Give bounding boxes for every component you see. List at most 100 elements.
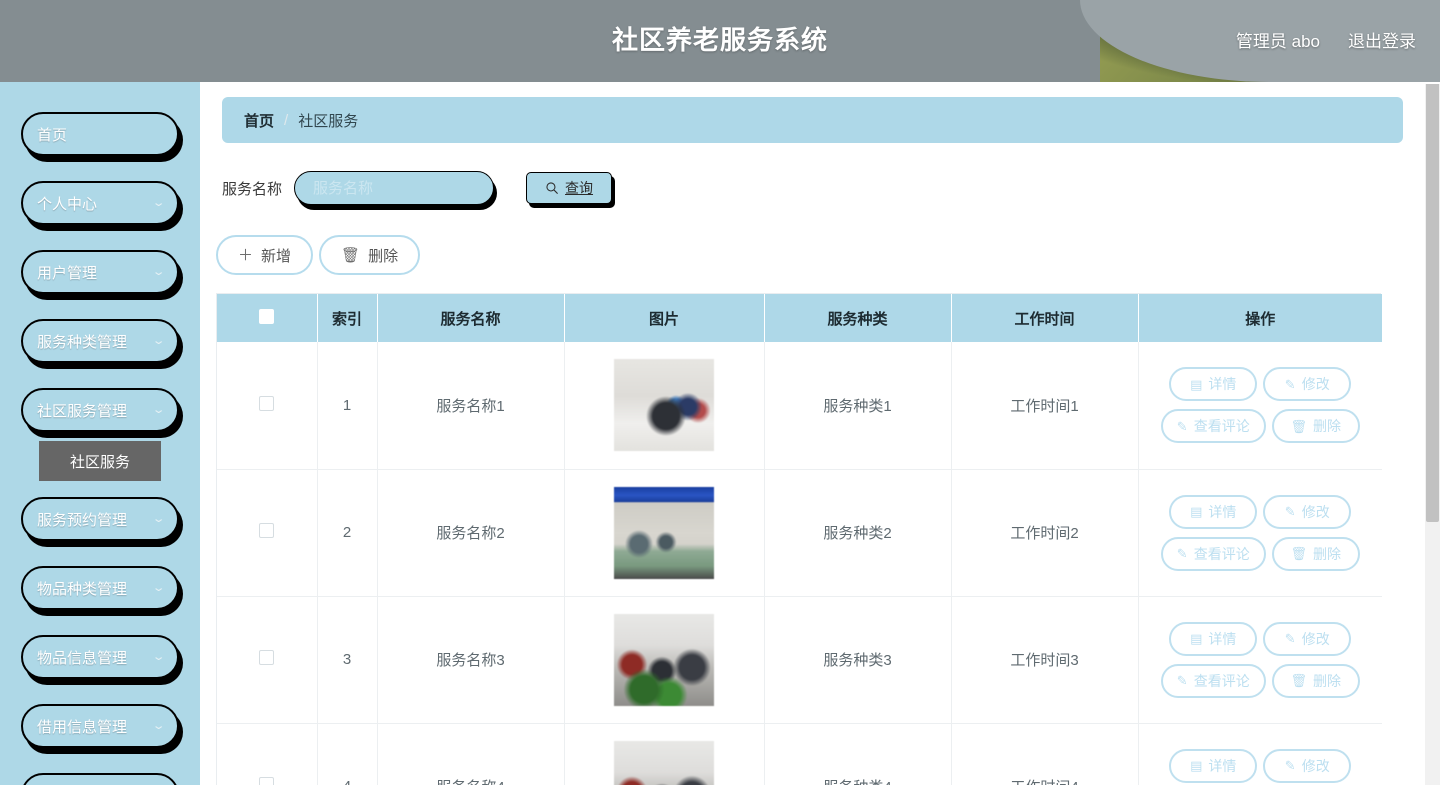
sidebar-item-label: 个人中心 bbox=[37, 193, 154, 214]
current-user-label: 管理员 abo bbox=[1236, 27, 1320, 52]
column-header-label: 操作 bbox=[1245, 311, 1275, 328]
sidebar-item-label: 借用信息管理 bbox=[37, 716, 154, 737]
row-action-label: 详情 bbox=[1208, 502, 1236, 522]
sidebar-item-label: 服务预约管理 bbox=[37, 509, 154, 530]
action-button-label: 删除 bbox=[368, 245, 398, 266]
edit-button[interactable]: ✎修改 bbox=[1263, 495, 1351, 529]
sidebar-item-4[interactable]: 社区服务管理⌄ bbox=[21, 388, 179, 432]
row-work-time-cell: 工作时间4 bbox=[951, 723, 1138, 785]
delete-button[interactable]: 🗑删除 bbox=[1272, 409, 1360, 443]
view-comments-button[interactable]: ✎查看评论 bbox=[1161, 409, 1266, 443]
row-service-name: 服务名称4 bbox=[436, 779, 504, 785]
row-work-time-cell: 工作时间1 bbox=[951, 342, 1138, 469]
breadcrumb-home[interactable]: 首页 bbox=[244, 110, 274, 131]
delete-button[interactable]: 🗑删除 bbox=[319, 235, 420, 275]
header-user-area: 管理员 abo 退出登录 bbox=[1236, 27, 1416, 52]
service-thumbnail[interactable] bbox=[614, 487, 714, 579]
breadcrumb-separator: / bbox=[284, 112, 288, 129]
logout-button[interactable]: 退出登录 bbox=[1348, 27, 1416, 52]
sidebar-item-2[interactable]: 用户管理⌄ bbox=[21, 250, 179, 294]
delete-button[interactable]: 🗑删除 bbox=[1272, 664, 1360, 698]
delete-button[interactable]: 🗑删除 bbox=[1272, 537, 1360, 571]
edit-button[interactable]: ✎修改 bbox=[1263, 749, 1351, 783]
row-actions-cell: ▤详情✎修改✎查看评论🗑删除 bbox=[1138, 723, 1382, 785]
sidebar-item-0[interactable]: 首页 bbox=[21, 112, 179, 156]
sidebar-item-5[interactable]: 服务预约管理⌄ bbox=[21, 497, 179, 541]
detail-button[interactable]: ▤详情 bbox=[1169, 367, 1257, 401]
detail-button[interactable]: ▤详情 bbox=[1169, 495, 1257, 529]
column-header-label: 服务名称 bbox=[440, 311, 500, 328]
app-root: 社区养老服务系统 管理员 abo 退出登录 首页个人中心⌄用户管理⌄服务种类管理… bbox=[0, 0, 1440, 785]
search-button[interactable]: 查询 bbox=[526, 172, 612, 204]
document-icon: ▤ bbox=[1190, 632, 1202, 645]
search-icon bbox=[545, 181, 559, 195]
view-comments-button[interactable]: ✎查看评论 bbox=[1161, 664, 1266, 698]
sidebar-item-9[interactable]: 归还信息管理⌄ bbox=[21, 773, 179, 785]
row-checkbox[interactable] bbox=[259, 523, 274, 538]
column-header-6: 操作 bbox=[1138, 294, 1382, 342]
row-action-label: 查看评论 bbox=[1194, 671, 1250, 691]
sidebar-submenu-item-community-service[interactable]: 社区服务 bbox=[39, 441, 161, 481]
sidebar-item-6[interactable]: 物品种类管理⌄ bbox=[21, 566, 179, 610]
table-body: 1服务名称1服务种类1工作时间1▤详情✎修改✎查看评论🗑删除2服务名称2服务种类… bbox=[217, 342, 1382, 785]
row-image-cell bbox=[564, 596, 764, 723]
app-header: 社区养老服务系统 管理员 abo 退出登录 bbox=[0, 0, 1440, 82]
row-service-type-cell: 服务种类4 bbox=[764, 723, 951, 785]
detail-button[interactable]: ▤详情 bbox=[1169, 622, 1257, 656]
row-service-name-cell: 服务名称3 bbox=[377, 596, 564, 723]
pencil-icon: ✎ bbox=[1177, 420, 1188, 433]
row-image-cell bbox=[564, 342, 764, 469]
table-row: 1服务名称1服务种类1工作时间1▤详情✎修改✎查看评论🗑删除 bbox=[217, 342, 1382, 469]
scrollbar-top-edge bbox=[1425, 82, 1440, 84]
page-title: 社区养老服务系统 bbox=[0, 20, 1440, 57]
row-action-label: 修改 bbox=[1302, 374, 1330, 394]
chevron-down-icon: ⌄ bbox=[151, 198, 165, 209]
row-checkbox[interactable] bbox=[259, 777, 274, 785]
chevron-down-icon: ⌄ bbox=[151, 583, 165, 594]
row-work-time: 工作时间3 bbox=[1010, 652, 1078, 669]
service-thumbnail[interactable] bbox=[614, 614, 714, 706]
row-service-type: 服务种类1 bbox=[823, 398, 891, 415]
row-index-cell: 4 bbox=[317, 723, 377, 785]
sidebar-item-label: 物品信息管理 bbox=[37, 647, 154, 668]
edit-button[interactable]: ✎修改 bbox=[1263, 622, 1351, 656]
add-button[interactable]: ＋新增 bbox=[216, 235, 313, 275]
sidebar-item-8[interactable]: 借用信息管理⌄ bbox=[21, 704, 179, 748]
row-service-type-cell: 服务种类3 bbox=[764, 596, 951, 723]
sidebar-item-3[interactable]: 服务种类管理⌄ bbox=[21, 319, 179, 363]
search-button-label: 查询 bbox=[565, 178, 593, 198]
row-image-cell bbox=[564, 723, 764, 785]
search-bar: 服务名称 查询 bbox=[222, 165, 1411, 211]
search-input[interactable] bbox=[294, 171, 494, 205]
row-action-label: 删除 bbox=[1313, 416, 1341, 436]
table-head: 索引服务名称图片服务种类工作时间操作 bbox=[217, 294, 1382, 342]
row-index: 4 bbox=[343, 778, 351, 785]
row-image-cell bbox=[564, 469, 764, 596]
row-checkbox[interactable] bbox=[259, 650, 274, 665]
main-content: 首页 / 社区服务 服务名称 查询 ＋新增🗑删除 bbox=[200, 82, 1425, 785]
row-service-name-cell: 服务名称2 bbox=[377, 469, 564, 596]
row-checkbox[interactable] bbox=[259, 396, 274, 411]
sidebar-item-1[interactable]: 个人中心⌄ bbox=[21, 181, 179, 225]
row-action-group: ▤详情✎修改 ✎查看评论🗑删除 bbox=[1140, 622, 1382, 698]
column-header-1: 索引 bbox=[317, 294, 377, 342]
service-thumbnail[interactable] bbox=[614, 359, 714, 451]
edit-button[interactable]: ✎修改 bbox=[1263, 367, 1351, 401]
row-service-name: 服务名称1 bbox=[436, 398, 504, 415]
breadcrumb: 首页 / 社区服务 bbox=[222, 97, 1403, 143]
search-label: 服务名称 bbox=[222, 178, 282, 199]
table-row: 4 服务名称4 服务种类4工作时间4▤详情✎修改✎查看评论🗑删除 bbox=[217, 723, 1382, 785]
table-row: 3服务名称3服务种类3工作时间3▤详情✎修改✎查看评论🗑删除 bbox=[217, 596, 1382, 723]
page-scrollbar-thumb[interactable] bbox=[1426, 82, 1439, 522]
breadcrumb-current: 社区服务 bbox=[298, 110, 358, 131]
row-service-type-cell: 服务种类1 bbox=[764, 342, 951, 469]
table-row: 2服务名称2服务种类2工作时间2▤详情✎修改✎查看评论🗑删除 bbox=[217, 469, 1382, 596]
detail-button[interactable]: ▤详情 bbox=[1169, 749, 1257, 783]
view-comments-button[interactable]: ✎查看评论 bbox=[1161, 537, 1266, 571]
row-action-label: 修改 bbox=[1302, 629, 1330, 649]
select-all-checkbox[interactable] bbox=[259, 309, 274, 324]
service-thumbnail[interactable] bbox=[614, 741, 714, 785]
sidebar-item-7[interactable]: 物品信息管理⌄ bbox=[21, 635, 179, 679]
page-scrollbar-track[interactable] bbox=[1425, 82, 1440, 785]
row-service-name: 服务名称3 bbox=[436, 652, 504, 669]
